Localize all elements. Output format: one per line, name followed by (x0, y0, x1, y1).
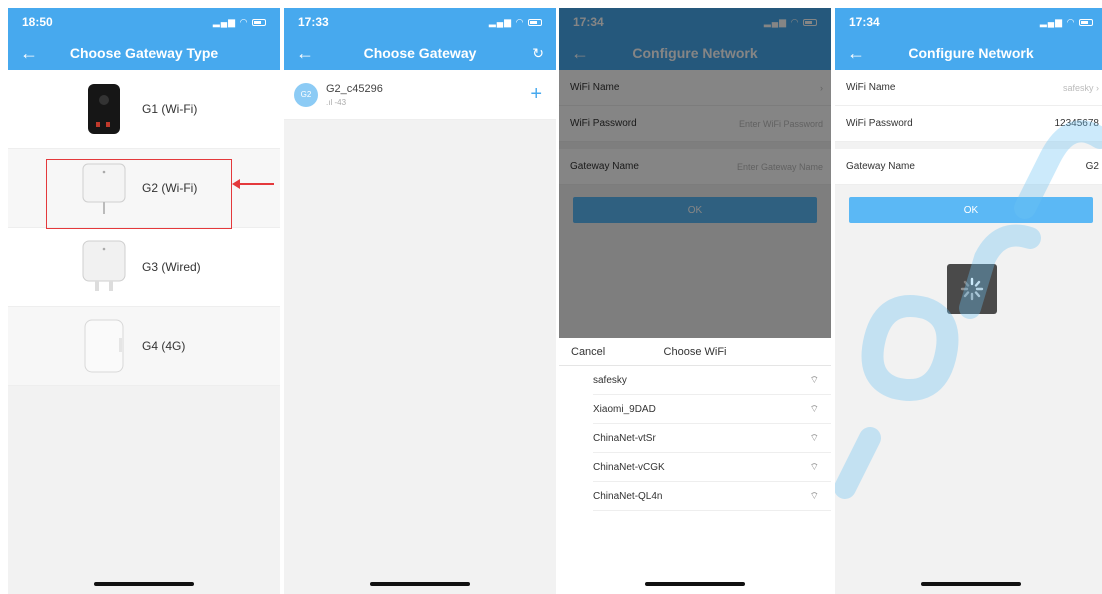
signal-value: -43 (334, 97, 347, 107)
wifi-network-name: ChinaNet-vtSr (593, 432, 656, 444)
choose-wifi-sheet: Cancel Choose WiFi safesky ⌔ Xiaomi_9DAD ⌔… (559, 338, 831, 594)
screen-configure-network-choose-wifi: 17:34 ▂▄▆ ◠ ← Configure Network WiFi Name… (559, 8, 831, 594)
page-title: Configure Network (908, 45, 1034, 61)
status-bar: 18:50 ▂▄▆ ◠ (8, 8, 280, 36)
wifi-network-item[interactable]: Xiaomi_9DAD ⌔ (593, 395, 831, 424)
wifi-status-icon: ◠ (1067, 16, 1075, 27)
wifi-icon: ⌔ (809, 461, 819, 473)
modal-dim-overlay[interactable] (559, 8, 831, 338)
wifi-icon: ⌔ (809, 490, 819, 502)
wifi-name-value: safesky › (1063, 83, 1099, 93)
signal-icon: ▂▄▆ (1039, 16, 1064, 27)
wifi-network-name: ChinaNet-QL4n (593, 490, 663, 502)
section-gap (835, 142, 1102, 149)
page-title: Choose Gateway (363, 45, 477, 61)
gateway-option-g2[interactable]: G2 (Wi-Fi) (8, 149, 280, 229)
gateway-option-label: G4 (4G) (142, 339, 186, 353)
status-time: 17:33 (298, 15, 329, 29)
wifi-name-text: safesky (1062, 82, 1094, 93)
wifi-name-row[interactable]: WiFi Name safesky › (835, 70, 1102, 106)
gateway-option-label: G1 (Wi-Fi) (142, 102, 198, 116)
nav-bar: ← Choose Gateway ↻ (284, 36, 556, 70)
gateway-info: G2_c45296 .ıl -43 (326, 83, 383, 107)
battery-icon (528, 18, 542, 26)
screen-configure-network-filled: 17:34 ▂▄▆ ◠ ← Configure Network WiFi Name… (835, 8, 1102, 594)
selection-highlight-box (46, 159, 232, 229)
gateway-type-list: G1 (Wi-Fi) G2 (Wi-Fi) G3 (Wired) G4 (4G) (8, 70, 280, 386)
home-indicator (645, 582, 745, 586)
wifi-status-icon: ◠ (240, 16, 248, 27)
signal-icon: ▂▄▆ (212, 16, 237, 27)
ok-button[interactable]: OK (849, 197, 1093, 223)
loading-spinner-icon (947, 264, 997, 314)
wifi-icon: ⌔ (809, 374, 819, 386)
screen-choose-gateway: 17:33 ▂▄▆ ◠ ← Choose Gateway ↻ G2 G2_c452… (284, 8, 556, 594)
gateway-option-g4[interactable]: G4 (4G) (8, 307, 280, 386)
found-gateway-row[interactable]: G2 G2_c45296 .ıl -43 + (284, 70, 556, 120)
page-title: Choose Gateway Type (69, 45, 219, 61)
wifi-network-item[interactable]: ChinaNet-vCGK ⌔ (593, 453, 831, 482)
pointer-arrow-icon (232, 179, 240, 189)
home-indicator (94, 582, 194, 586)
wifi-icon: ⌔ (809, 432, 819, 444)
nav-bar: ← Configure Network (835, 36, 1102, 70)
chevron-right-icon: › (1096, 82, 1099, 93)
home-indicator (921, 582, 1021, 586)
back-arrow-icon[interactable]: ← (296, 43, 316, 64)
wifi-password-input[interactable]: 12345678 (1055, 118, 1100, 129)
status-time: 18:50 (22, 15, 53, 29)
status-icons: ▂▄▆ ◠ (489, 17, 542, 28)
wifi-network-item[interactable]: ChinaNet-vtSr ⌔ (593, 424, 831, 453)
pointer-arrow-line (238, 183, 274, 185)
wifi-status-icon: ◠ (516, 16, 524, 27)
home-indicator (370, 582, 470, 586)
cancel-button[interactable]: Cancel (571, 346, 605, 358)
g3-gateway-icon (80, 239, 128, 295)
g4-gateway-icon (80, 318, 128, 374)
gateway-name: G2_c45296 (326, 82, 383, 95)
wifi-network-item[interactable]: safesky ⌔ (593, 366, 831, 395)
wifi-name-label: WiFi Name (846, 82, 896, 93)
gateway-name-row[interactable]: Gateway Name G2 (835, 149, 1102, 185)
status-bar: 17:34 ▂▄▆ ◠ (835, 8, 1102, 36)
nav-bar: ← Choose Gateway Type (8, 36, 280, 70)
status-icons: ▂▄▆ ◠ (1040, 17, 1093, 28)
gateway-signal: .ıl -43 (326, 98, 383, 107)
wifi-network-name: safesky (593, 374, 627, 386)
refresh-icon[interactable]: ↻ (532, 45, 544, 62)
signal-icon: ▂▄▆ (488, 16, 513, 27)
wifi-network-item[interactable]: ChinaNet-QL4n ⌔ (593, 482, 831, 511)
wifi-icon: ⌔ (809, 403, 819, 415)
wifi-password-label: WiFi Password (846, 118, 913, 129)
battery-icon (1079, 18, 1093, 26)
status-time: 17:34 (849, 15, 880, 29)
back-arrow-icon[interactable]: ← (847, 43, 867, 64)
wifi-password-row[interactable]: WiFi Password 12345678 (835, 106, 1102, 142)
gateway-option-g3[interactable]: G3 (Wired) (8, 228, 280, 307)
wifi-network-name: ChinaNet-vCGK (593, 461, 665, 473)
battery-icon (252, 18, 266, 26)
back-arrow-icon[interactable]: ← (20, 43, 40, 64)
status-icons: ▂▄▆ ◠ (213, 17, 266, 28)
gateway-option-g1[interactable]: G1 (Wi-Fi) (8, 70, 280, 149)
status-bar: 17:33 ▂▄▆ ◠ (284, 8, 556, 36)
g1-gateway-icon (80, 81, 128, 137)
wifi-network-name: Xiaomi_9DAD (593, 403, 656, 415)
gateway-name-label: Gateway Name (846, 161, 915, 172)
add-gateway-icon[interactable]: + (530, 83, 542, 106)
gateway-avatar-icon: G2 (294, 82, 318, 107)
gateway-option-label: G3 (Wired) (142, 260, 201, 274)
screen-choose-gateway-type: 18:50 ▂▄▆ ◠ ← Choose Gateway Type G1 (Wi-… (8, 8, 280, 594)
sheet-header: Cancel Choose WiFi (559, 338, 831, 366)
gateway-name-input[interactable]: G2 (1086, 161, 1099, 172)
